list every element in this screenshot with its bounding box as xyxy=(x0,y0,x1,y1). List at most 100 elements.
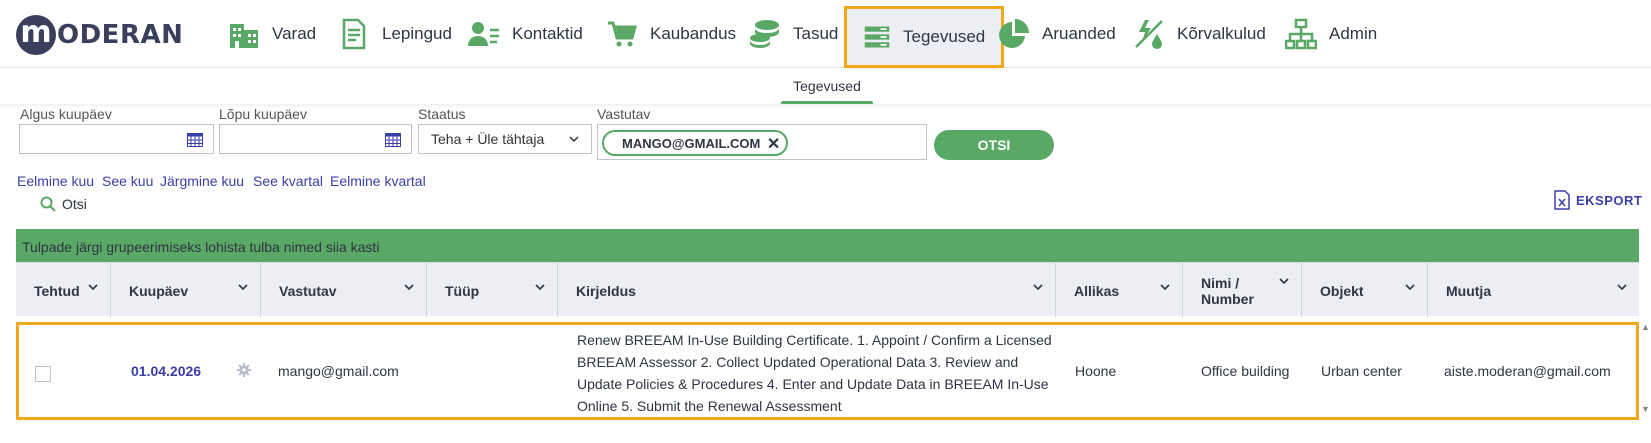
calendar-icon[interactable] xyxy=(385,133,401,147)
tasks-icon xyxy=(864,26,890,48)
pie-chart-icon xyxy=(999,19,1029,48)
scroll-down-arrow[interactable]: ▼ xyxy=(1641,404,1650,414)
chevron-down-icon[interactable] xyxy=(1160,283,1170,291)
start-date-field[interactable] xyxy=(19,124,214,154)
calendar-icon[interactable] xyxy=(187,133,203,147)
search-button[interactable]: OTSI xyxy=(934,130,1054,160)
column-header-vastutav[interactable]: Vastutav xyxy=(261,263,427,317)
column-label: Kuupäev xyxy=(129,283,189,299)
export-label: EKSPORT xyxy=(1576,192,1643,208)
column-header-muutja[interactable]: Muutja xyxy=(1428,263,1639,317)
quick-link-next-month[interactable]: Järgmine kuu xyxy=(160,173,244,189)
status-value: Teha + Üle tähtaja xyxy=(431,131,545,147)
building-icon xyxy=(230,24,258,48)
nav-item-kaubandus[interactable]: Kaubandus xyxy=(606,0,736,68)
gear-icon[interactable] xyxy=(237,363,251,377)
quick-link-this-month[interactable]: See kuu xyxy=(102,173,153,189)
end-date-field[interactable] xyxy=(219,124,412,154)
name-value: Office building xyxy=(1201,363,1290,379)
column-header-tuup[interactable]: Tüüp xyxy=(427,263,558,317)
chevron-down-icon[interactable] xyxy=(1033,283,1043,291)
chevron-down-icon xyxy=(569,136,579,143)
cart-icon xyxy=(608,21,637,47)
nav-item-admin[interactable]: Admin xyxy=(1285,0,1377,68)
column-label: Muutja xyxy=(1446,283,1492,299)
nav-label: Tasud xyxy=(793,24,839,43)
export-button[interactable]: EKSPORT xyxy=(1554,190,1642,210)
excel-icon xyxy=(1554,190,1570,210)
chevron-down-icon[interactable] xyxy=(535,283,545,291)
nav-label: Kaubandus xyxy=(650,24,737,43)
description-value: Renew BREEAM In-Use Building Certificate… xyxy=(577,332,1052,414)
column-header-kuupaev[interactable]: Kuupäev xyxy=(111,263,261,317)
chip-label: MANGO@GMAIL.COM xyxy=(622,135,761,151)
done-checkbox[interactable] xyxy=(35,366,51,382)
close-icon[interactable]: ✕ xyxy=(767,134,780,154)
chevron-down-icon[interactable] xyxy=(1405,283,1415,291)
responsible-field[interactable]: MANGO@GMAIL.COM ✕ xyxy=(597,124,927,160)
table-header: Tehtud Kuupäev Vastutav Tüüp Kirjeldus A… xyxy=(16,262,1639,317)
nav-item-aruanded[interactable]: Aruanded xyxy=(998,0,1116,68)
quick-link-this-quarter[interactable]: See kvartal xyxy=(253,173,323,189)
start-date-label: Algus kuupäev xyxy=(20,106,112,122)
object-value: Urban center xyxy=(1321,363,1402,379)
logo-mark: m xyxy=(16,15,56,55)
responsible-chip: MANGO@GMAIL.COM ✕ xyxy=(602,130,789,156)
responsible-value: mango@gmail.com xyxy=(278,363,399,379)
nav-item-varad[interactable]: Varad xyxy=(228,0,316,68)
status-select[interactable]: Teha + Üle tähtaja xyxy=(418,124,592,154)
top-navigation: m ODERAN Varad Lepingud Kontaktid Kauban… xyxy=(0,0,1651,68)
column-header-nimi-number[interactable]: Nimi / Number xyxy=(1183,263,1302,317)
chevron-down-icon[interactable] xyxy=(404,283,414,291)
moderan-logo[interactable]: m ODERAN xyxy=(16,14,183,56)
column-label: Vastutav xyxy=(279,283,337,299)
nav-label: Admin xyxy=(1329,24,1378,43)
column-label-line1: Nimi / xyxy=(1201,275,1240,291)
column-label: Allikas xyxy=(1074,283,1120,299)
nav-item-tegevused[interactable]: Tegevused xyxy=(844,6,1005,68)
column-label: Kirjeldus xyxy=(576,283,636,299)
org-chart-icon xyxy=(1285,18,1317,50)
chevron-down-icon[interactable] xyxy=(88,283,98,291)
column-label-line2: Number xyxy=(1201,291,1254,307)
logo-text: ODERAN xyxy=(57,20,184,50)
search-label: Otsi xyxy=(62,196,87,212)
column-label: Nimi / Number xyxy=(1201,275,1254,307)
quick-link-previous-quarter[interactable]: Eelmine kvartal xyxy=(330,173,426,189)
column-header-kirjeldus[interactable]: Kirjeldus xyxy=(558,263,1056,317)
column-label: Tüüp xyxy=(445,283,480,299)
end-date-label: Lõpu kuupäev xyxy=(219,106,307,122)
chevron-down-icon[interactable] xyxy=(238,283,248,291)
coins-icon xyxy=(750,20,779,48)
nav-item-kontaktid[interactable]: Kontaktid xyxy=(468,0,583,68)
column-label: Tehtud xyxy=(34,283,80,299)
chevron-down-icon[interactable] xyxy=(1279,277,1289,285)
nav-label: Kontaktid xyxy=(512,24,583,43)
scroll-up-arrow[interactable]: ▲ xyxy=(1641,322,1650,332)
chevron-down-icon[interactable] xyxy=(1617,283,1627,291)
nav-label: Varad xyxy=(272,24,317,43)
search-toggle[interactable]: Otsi xyxy=(40,196,87,212)
status-label: Staatus xyxy=(418,106,466,122)
nav-label: Aruanded xyxy=(1042,24,1116,43)
nav-item-lepingud[interactable]: Lepingud xyxy=(338,0,452,68)
column-header-allikas[interactable]: Allikas xyxy=(1056,263,1183,317)
nav-item-tasud[interactable]: Tasud xyxy=(749,0,838,68)
modifier-value: aiste.moderan@gmail.com xyxy=(1444,363,1611,379)
responsible-label: Vastutav xyxy=(597,106,651,122)
table-row[interactable]: 01.04.2026 mango@gmail.com Renew BREEAM … xyxy=(16,322,1639,420)
utilities-icon xyxy=(1135,20,1163,49)
column-label: Objekt xyxy=(1320,283,1364,299)
contact-icon xyxy=(468,22,499,46)
source-value: Hoone xyxy=(1075,363,1117,379)
document-icon xyxy=(342,18,366,50)
nav-label: Lepingud xyxy=(382,24,452,43)
quick-link-previous-month[interactable]: Eelmine kuu xyxy=(17,173,94,189)
nav-label: Kõrvalkulud xyxy=(1177,24,1266,43)
column-header-objekt[interactable]: Objekt xyxy=(1302,263,1428,317)
nav-label: Tegevused xyxy=(903,27,986,46)
group-drop-area[interactable]: Tulpade järgi grupeerimiseks lohista tul… xyxy=(16,229,1639,262)
column-header-tehtud[interactable]: Tehtud xyxy=(16,263,111,317)
date-link[interactable]: 01.04.2026 xyxy=(131,363,201,379)
nav-item-korvalkulud[interactable]: Kõrvalkulud xyxy=(1133,0,1266,68)
